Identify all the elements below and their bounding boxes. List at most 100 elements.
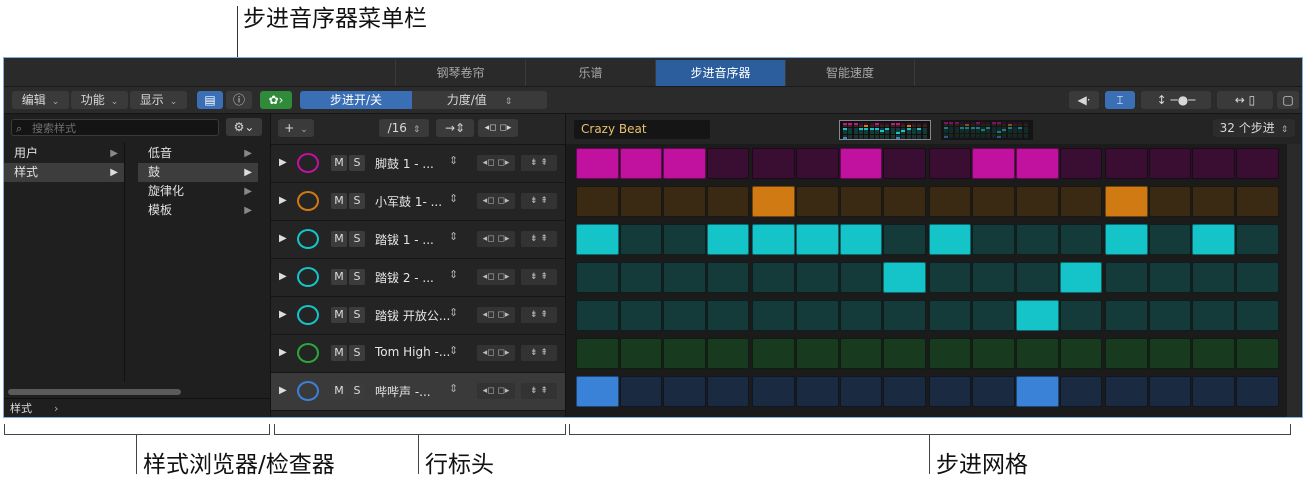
fit-vertical-button[interactable]: ⌶ — [1105, 91, 1135, 109]
step-cell[interactable] — [972, 300, 1015, 331]
step-cell[interactable] — [1148, 224, 1192, 255]
step-cell[interactable] — [796, 376, 839, 407]
step-cell[interactable] — [1016, 376, 1059, 407]
step-count-select[interactable]: 32 个步进 ⇕ — [1213, 119, 1295, 137]
step-cell[interactable] — [1148, 186, 1192, 217]
mute-button[interactable]: M — [331, 231, 347, 247]
step-cell[interactable] — [972, 376, 1015, 407]
step-cell[interactable] — [796, 338, 839, 369]
step-cell[interactable] — [839, 300, 883, 331]
chevron-updown-icon[interactable]: ⇕ — [449, 382, 458, 395]
step-cell[interactable] — [619, 224, 663, 255]
step-cell[interactable] — [796, 186, 839, 217]
step-cell[interactable] — [706, 300, 750, 331]
edit-menu[interactable]: 编辑 ⌄ — [12, 91, 69, 109]
tab-score[interactable]: 乐谱 — [525, 60, 655, 86]
step-cell[interactable] — [796, 148, 839, 179]
step-cell[interactable] — [706, 224, 750, 255]
gear-menu-button[interactable]: ⚙⌄ — [226, 118, 262, 136]
step-cell[interactable] — [706, 186, 750, 217]
step-cell[interactable] — [796, 300, 839, 331]
solo-button[interactable]: S — [349, 269, 365, 285]
step-cell[interactable] — [972, 338, 1015, 369]
pattern-name-field[interactable]: Crazy Beat — [574, 120, 710, 139]
step-cell[interactable] — [663, 300, 706, 331]
step-cell[interactable] — [1148, 262, 1192, 293]
step-cell[interactable] — [1016, 262, 1059, 293]
velocity-mode[interactable]: 力度/值 ⇕ — [412, 91, 547, 109]
step-cell[interactable] — [576, 300, 619, 331]
solo-button[interactable]: S — [349, 345, 365, 361]
browser-item-melodic[interactable]: 旋律化 ▶ — [138, 182, 258, 201]
step-cell[interactable] — [1105, 376, 1148, 407]
step-cell[interactable] — [1059, 262, 1103, 293]
row-step-rate-control[interactable]: ⇟ ⇞ — [521, 193, 557, 209]
loop-bracket-control[interactable]: ◂◻ ◻▸ — [477, 231, 515, 247]
loop-bracket-control[interactable]: ◂◻ ◻▸ — [477, 345, 515, 361]
step-cell[interactable] — [1236, 148, 1279, 179]
step-cell[interactable] — [1105, 148, 1148, 179]
step-cell[interactable] — [576, 186, 619, 217]
step-cell[interactable] — [619, 186, 663, 217]
step-cell[interactable] — [972, 186, 1015, 217]
step-cell[interactable] — [1016, 300, 1059, 331]
step-cell[interactable] — [752, 300, 795, 331]
mute-button[interactable]: M — [331, 155, 347, 171]
loop-length-control[interactable]: ◂◻ ◻▸ — [478, 119, 518, 137]
step-cell[interactable] — [1236, 224, 1279, 255]
browser-item-drums[interactable]: 鼓 ▶ — [138, 163, 258, 182]
chevron-updown-icon[interactable]: ⇕ — [449, 192, 458, 205]
solo-button[interactable]: S — [349, 193, 365, 209]
step-cell[interactable] — [1105, 262, 1148, 293]
row-header[interactable]: ▶ M S 踏钹 2 - ... ⇕ ◂◻ ◻▸ ⇟ ⇞ — [271, 259, 565, 297]
step-cell[interactable] — [1192, 148, 1235, 179]
step-cell[interactable] — [839, 376, 883, 407]
step-cell[interactable] — [1236, 262, 1279, 293]
step-cell[interactable] — [706, 338, 750, 369]
step-cell[interactable] — [839, 148, 883, 179]
disclosure-triangle-icon[interactable]: ▶ — [279, 385, 287, 396]
step-cell[interactable] — [663, 186, 706, 217]
step-cell[interactable] — [619, 148, 663, 179]
disclosure-triangle-icon[interactable]: ▶ — [279, 271, 287, 282]
step-cell[interactable] — [883, 148, 926, 179]
step-cell[interactable] — [1192, 300, 1235, 331]
step-cell[interactable] — [663, 224, 706, 255]
step-cell[interactable] — [1192, 224, 1235, 255]
tab-piano-roll[interactable]: 钢琴卷帘 — [395, 60, 525, 86]
browser-scrollbar[interactable] — [8, 389, 181, 395]
step-cell[interactable] — [928, 224, 972, 255]
step-cell[interactable] — [796, 262, 839, 293]
step-cell[interactable] — [619, 300, 663, 331]
row-header[interactable]: ▶ M S Tom High -... ⇕ ◂◻ ◻▸ ⇟ ⇞ — [271, 335, 565, 373]
disclosure-triangle-icon[interactable]: ▶ — [279, 309, 287, 320]
browser-item-bass[interactable]: 低音 ▶ — [138, 144, 258, 163]
browser-item-templates[interactable]: 模板 ▶ — [138, 201, 258, 220]
row-step-rate-control[interactable]: ⇟ ⇞ — [521, 155, 557, 171]
mute-button[interactable]: M — [331, 307, 347, 323]
step-on-off-mode[interactable]: 步进开/关 — [300, 91, 412, 109]
mute-button[interactable]: M — [331, 193, 347, 209]
row-step-rate-control[interactable]: ⇟ ⇞ — [521, 269, 557, 285]
step-cell[interactable] — [576, 148, 619, 179]
step-cell[interactable] — [1236, 376, 1279, 407]
chevron-updown-icon[interactable]: ⇕ — [449, 230, 458, 243]
step-cell[interactable] — [839, 262, 883, 293]
step-cell[interactable] — [706, 148, 750, 179]
step-cell[interactable] — [576, 224, 619, 255]
step-cell[interactable] — [1192, 338, 1235, 369]
solo-button[interactable]: S — [349, 231, 365, 247]
loop-bracket-control[interactable]: ◂◻ ◻▸ — [477, 269, 515, 285]
disclosure-triangle-icon[interactable]: ▶ — [279, 195, 287, 206]
search-input[interactable]: ⌕ 搜索样式 — [11, 119, 219, 136]
step-rate-select[interactable]: /16 ⇕ — [379, 119, 429, 137]
functions-menu[interactable]: 功能 ⌄ — [71, 91, 128, 109]
view-menu[interactable]: 显示 ⌄ — [130, 91, 187, 109]
chevron-updown-icon[interactable]: ⇕ — [449, 344, 458, 357]
mute-button[interactable]: M — [331, 345, 347, 361]
disclosure-triangle-icon[interactable]: ▶ — [279, 157, 287, 168]
step-cell[interactable] — [883, 338, 926, 369]
step-cell[interactable] — [1148, 148, 1192, 179]
solo-button[interactable]: S — [349, 155, 365, 171]
step-cell[interactable] — [883, 262, 926, 293]
